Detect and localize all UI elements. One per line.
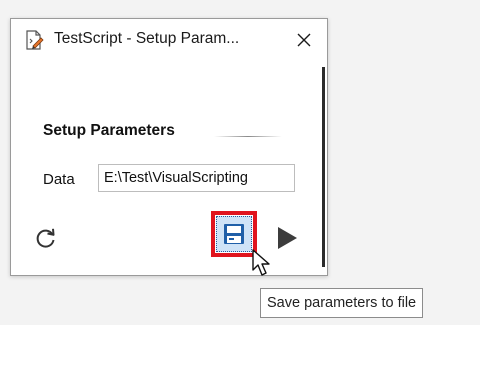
save-parameters-button[interactable] [216, 216, 252, 252]
close-button[interactable] [289, 25, 319, 55]
section-heading: Setup Parameters [43, 122, 175, 139]
play-icon [278, 227, 297, 249]
close-icon [297, 33, 311, 47]
window-edge-divider [322, 67, 325, 267]
refresh-button[interactable] [33, 225, 59, 251]
setup-parameters-window: TestScript - Setup Param... Setup Parame… [10, 18, 328, 276]
mouse-pointer-icon [252, 249, 270, 276]
run-button[interactable] [273, 224, 301, 252]
save-icon [224, 224, 244, 244]
refresh-icon [36, 228, 55, 248]
title-bar[interactable]: TestScript - Setup Param... [11, 19, 327, 59]
script-file-icon [24, 30, 44, 50]
window-title: TestScript - Setup Param... [54, 30, 240, 47]
section-divider [214, 136, 282, 137]
data-path-input[interactable] [98, 164, 295, 192]
save-tooltip: Save parameters to file [260, 288, 424, 318]
data-label: Data [43, 171, 75, 188]
